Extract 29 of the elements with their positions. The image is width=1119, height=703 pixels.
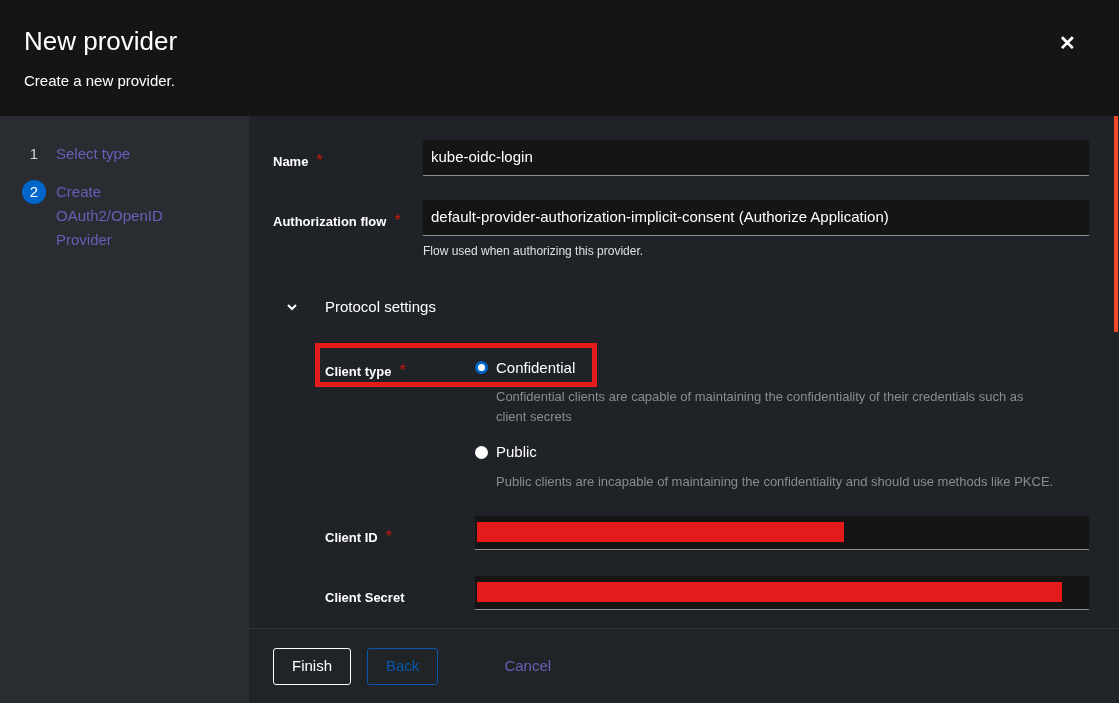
required-mark: * (385, 527, 392, 545)
field-label: Client type (325, 363, 392, 379)
radio-button[interactable] (475, 445, 488, 459)
field-label: Client Secret (325, 589, 405, 605)
section-toggle[interactable]: Protocol settings (325, 296, 436, 319)
wizard-button[interactable]: Finish (273, 647, 351, 685)
step-number: 2 (22, 180, 46, 204)
required-mark: * (394, 212, 401, 229)
radio-description: Public clients are incapable of maintaining the confidentiality and should use methods like PKCE. (496, 472, 1055, 491)
field-label: Name (273, 154, 309, 169)
radio-label: Public (496, 442, 537, 462)
helper-text: Flow used when authorizing this provider. (423, 243, 645, 260)
text-input[interactable] (475, 575, 1089, 610)
text-input[interactable] (475, 515, 1089, 550)
required-mark: * (399, 361, 406, 379)
radio-description: Confidential clients are capable of maintaining the confidentiality of their credentials such as client secrets (496, 388, 1025, 426)
chevron-icon[interactable] (287, 302, 297, 313)
text-input[interactable]: default-provider-authorization-implicit-consent (Authorize Application) (423, 200, 1089, 236)
required-mark: * (316, 152, 323, 169)
close-button[interactable]: ✕ (1053, 28, 1081, 56)
field-label: Authorization flow (273, 214, 387, 229)
radio-button[interactable] (475, 361, 488, 375)
step-number: 1 (28, 143, 40, 164)
radio-label: Confidential (496, 357, 576, 378)
field-label: Client ID (325, 529, 378, 545)
text-input[interactable]: kube-oidc-login (423, 140, 1089, 176)
scrollbar-thumb[interactable] (1114, 116, 1118, 332)
dialog-subtitle: Create a new provider. (24, 71, 176, 91)
dialog-title: New provider (24, 25, 178, 58)
